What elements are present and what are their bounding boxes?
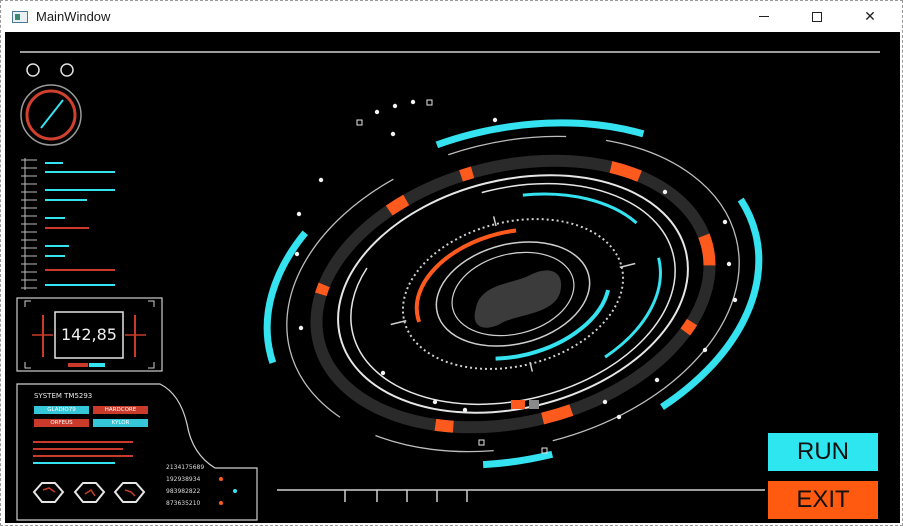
radar-dot	[726, 261, 732, 267]
system-panel	[16, 383, 258, 521]
tag-gladio: GLADIO79	[34, 406, 89, 414]
hud-graphics	[16, 51, 880, 521]
level-bars	[21, 158, 115, 290]
hud-canvas: 142,85 SYSTEM TM5293 GLADIO79 HARDCORE O…	[5, 32, 900, 523]
radar-dot	[390, 131, 396, 137]
indicator-circle	[60, 63, 74, 77]
radar-dot	[296, 211, 302, 217]
compass-gauge-icon	[20, 84, 82, 146]
radar-dot	[392, 103, 398, 109]
title-bar[interactable]: MainWindow ✕	[1, 1, 902, 32]
minimize-icon	[759, 16, 769, 17]
radar-dot	[380, 370, 386, 376]
hex-dial-icon	[73, 482, 106, 503]
radar-dot	[374, 109, 380, 115]
central-radar	[263, 119, 763, 469]
minimize-button[interactable]	[741, 1, 787, 32]
radar-dot	[432, 399, 438, 405]
app-window-icon	[12, 11, 28, 23]
readout-value: 142,85	[61, 325, 117, 344]
radar-dot	[298, 325, 304, 331]
radar-dot	[602, 399, 608, 405]
run-button[interactable]: RUN	[768, 433, 878, 471]
hex-dial-icon	[32, 482, 65, 503]
data-number: 2134175689	[166, 464, 205, 471]
indicator-circle	[26, 63, 40, 77]
radar-dot	[294, 251, 300, 257]
data-number: 983982822	[166, 488, 201, 495]
bottom-ruler	[277, 489, 765, 502]
radar-dot	[732, 297, 738, 303]
main-window: MainWindow ✕ 142,85 SYSTEM TM5293 GLADIO…	[0, 0, 903, 526]
tag-hardcore: HARDCORE	[93, 406, 148, 414]
hex-dial-icon	[113, 482, 146, 503]
radar-dot	[662, 189, 668, 195]
radar-dot	[616, 414, 622, 420]
exit-button[interactable]: EXIT	[768, 481, 878, 519]
close-icon: ✕	[864, 8, 876, 24]
radar-dot	[722, 219, 728, 225]
tag-kylor: KYLOR	[93, 419, 148, 427]
radar-dot	[702, 347, 708, 353]
maximize-icon	[812, 11, 822, 22]
core-blob	[474, 270, 562, 328]
radar-dot	[492, 117, 498, 123]
radar-dot	[318, 177, 324, 183]
data-number: 192938934	[166, 476, 201, 483]
data-number: 873635210	[166, 500, 201, 507]
radar-dot	[462, 407, 468, 413]
tag-orfeus: ORFEUS	[34, 419, 89, 427]
window-title: MainWindow	[36, 9, 111, 24]
maximize-button[interactable]	[794, 1, 840, 32]
close-button[interactable]: ✕	[847, 1, 893, 32]
system-title: SYSTEM TM5293	[34, 392, 93, 400]
radar-dot	[410, 99, 416, 105]
radar-dot	[654, 377, 660, 383]
